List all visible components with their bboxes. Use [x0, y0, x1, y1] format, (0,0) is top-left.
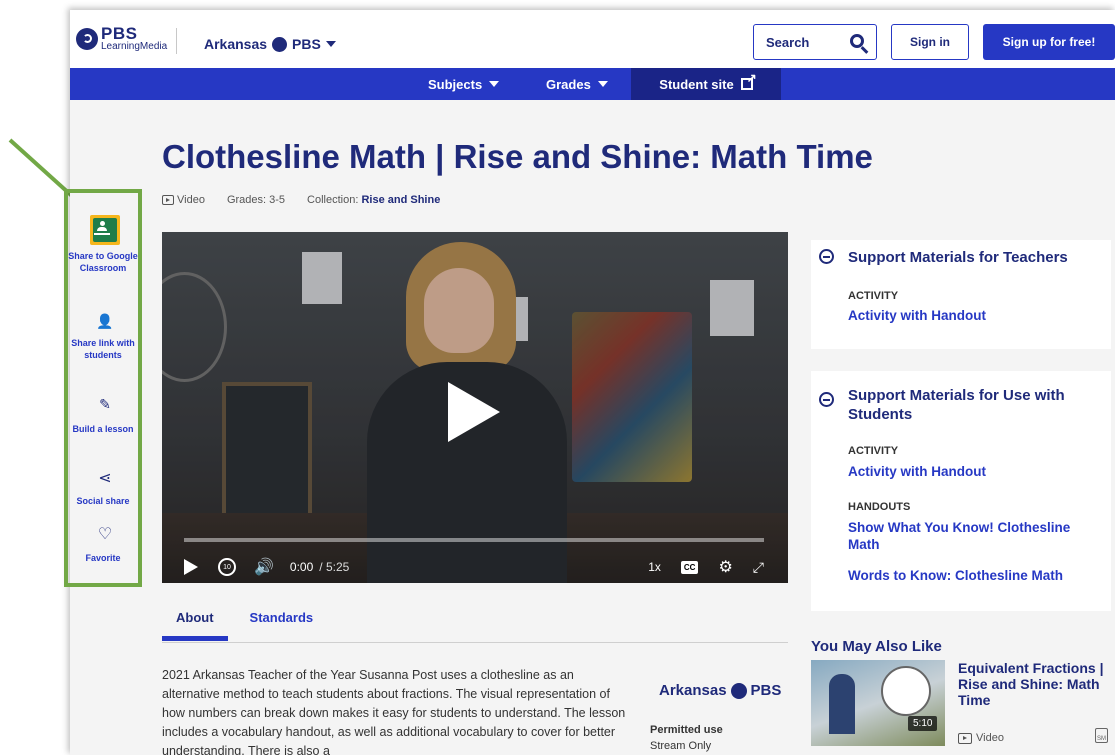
google-classroom-icon[interactable]: [90, 215, 120, 245]
logo-text: PBS: [101, 24, 138, 43]
meta-collection-label: Collection:: [307, 194, 359, 206]
video-controls: 10 🔊 0:00 / 5:25 1x CC ⚙ ⤢: [184, 557, 764, 577]
rewind-10-icon[interactable]: 10: [218, 558, 236, 576]
tab-about[interactable]: About: [162, 610, 228, 641]
social-share-button[interactable]: Social share: [68, 495, 138, 507]
gear-icon[interactable]: ⚙: [718, 557, 732, 577]
about-description: 2021 Arkansas Teacher of the Year Susann…: [162, 668, 626, 755]
nav-subjects-label: Subjects: [428, 76, 483, 92]
support-teachers-title[interactable]: Support Materials for Teachers: [848, 248, 1098, 267]
nav-student-site[interactable]: Student site: [631, 68, 781, 100]
related-heading: You May Also Like: [811, 638, 942, 655]
tab-standards[interactable]: Standards: [250, 610, 314, 625]
related-thumbnail[interactable]: [811, 660, 945, 746]
pbs-station-icon: [272, 36, 288, 52]
category-label: HANDOUTS: [848, 501, 911, 513]
collapse-icon[interactable]: [819, 249, 834, 264]
chevron-down-icon: [325, 41, 336, 47]
meta-type: Video: [162, 194, 205, 206]
video-icon: [958, 732, 972, 744]
nav-subjects[interactable]: Subjects: [428, 68, 500, 100]
search-icon: [850, 34, 864, 48]
top-header: PBS LearningMedia Arkansas PBS Search Si…: [70, 10, 1115, 68]
video-icon: [162, 195, 174, 206]
share-link-icon[interactable]: 👤: [95, 313, 115, 330]
handout-link[interactable]: Show What You Know! Clothesline Math: [848, 519, 1103, 553]
share-icon[interactable]: ⋖: [95, 468, 115, 488]
related-duration: 5:10: [908, 716, 938, 731]
brand-name: Arkansas: [659, 682, 727, 699]
cc-icon[interactable]: CC: [680, 560, 699, 574]
support-teachers-panel: Support Materials for Teachers ACTIVITY …: [811, 240, 1111, 349]
pbs-station-icon: [730, 682, 747, 699]
search-button[interactable]: Search: [753, 24, 877, 60]
support-students-panel: Support Materials for Use with Students …: [811, 371, 1111, 611]
volume-icon[interactable]: 🔊: [254, 557, 274, 577]
related-title-link[interactable]: Equivalent Fractions | Rise and Shine: M…: [958, 660, 1108, 708]
permitted-use-label: Permitted use: [650, 724, 723, 736]
browser-frame: PBS LearningMedia Arkansas PBS Search Si…: [70, 10, 1115, 755]
activity-link[interactable]: Activity with Handout: [848, 463, 1103, 480]
station-selector[interactable]: Arkansas PBS: [204, 36, 336, 52]
nav-grades-label: Grades: [546, 76, 591, 92]
play-overlay-icon[interactable]: [448, 382, 500, 442]
logo-subtext: LearningMedia: [101, 41, 168, 52]
related-type-label: Video: [976, 732, 1004, 744]
external-link-icon: [740, 71, 757, 90]
current-time: 0:00: [289, 560, 314, 574]
related-type: Video: [958, 732, 1004, 744]
meta-grades: Grades: 3-5: [226, 194, 286, 206]
nav-grades[interactable]: Grades: [546, 68, 608, 100]
search-label: Search: [766, 34, 810, 50]
nav-student-site-label: Student site: [659, 76, 734, 92]
heart-icon[interactable]: ♡: [95, 524, 115, 544]
playback-speed-button[interactable]: 1x: [648, 560, 661, 574]
chevron-down-icon: [597, 81, 608, 87]
chevron-down-icon: [489, 81, 500, 87]
pbs-learningmedia-logo[interactable]: PBS LearningMedia: [76, 25, 167, 52]
play-icon[interactable]: [184, 559, 198, 575]
resource-meta: Video Grades: 3-5 Collection: Rise and S…: [162, 194, 440, 206]
meta-collection: Collection: Rise and Shine: [307, 194, 440, 206]
activity-link[interactable]: Activity with Handout: [848, 307, 1103, 324]
tab-divider: [162, 642, 788, 643]
video-progress-bar[interactable]: [184, 538, 764, 542]
brand-suffix: PBS: [750, 682, 782, 699]
share-google-classroom-button[interactable]: Share to Google Classroom: [68, 250, 138, 274]
category-label: ACTIVITY: [848, 445, 899, 457]
build-lesson-button[interactable]: Build a lesson: [68, 423, 138, 435]
content-tabs: About Standards: [162, 610, 314, 641]
build-lesson-icon[interactable]: ✎: [95, 396, 115, 413]
permitted-use-value: Stream Only: [650, 740, 712, 752]
meta-type-label: Video: [177, 194, 205, 206]
station-suffix: PBS: [292, 36, 321, 52]
support-students-title[interactable]: Support Materials for Use with Students: [848, 386, 1098, 424]
support-materials-icon: SM: [1095, 728, 1108, 743]
station-brand: Arkansas PBS: [659, 682, 781, 699]
favorite-button[interactable]: Favorite: [68, 552, 138, 564]
pbs-logo-icon: [76, 27, 98, 50]
collapse-icon[interactable]: [819, 392, 834, 407]
handout-link[interactable]: Words to Know: Clothesline Math: [848, 567, 1103, 584]
fullscreen-icon[interactable]: ⤢: [753, 559, 764, 576]
collection-link[interactable]: Rise and Shine: [361, 194, 440, 206]
sign-up-button[interactable]: Sign up for free!: [983, 24, 1115, 60]
sign-in-button[interactable]: Sign in: [891, 24, 969, 60]
header-divider: [176, 28, 177, 54]
category-label: ACTIVITY: [848, 290, 899, 302]
station-name: Arkansas: [204, 36, 268, 52]
share-link-button[interactable]: Share link with students: [68, 337, 138, 361]
video-player[interactable]: 10 🔊 0:00 / 5:25 1x CC ⚙ ⤢: [162, 232, 788, 583]
page-title: Clothesline Math | Rise and Shine: Math …: [162, 138, 873, 175]
duration: / 5:25: [319, 560, 350, 574]
